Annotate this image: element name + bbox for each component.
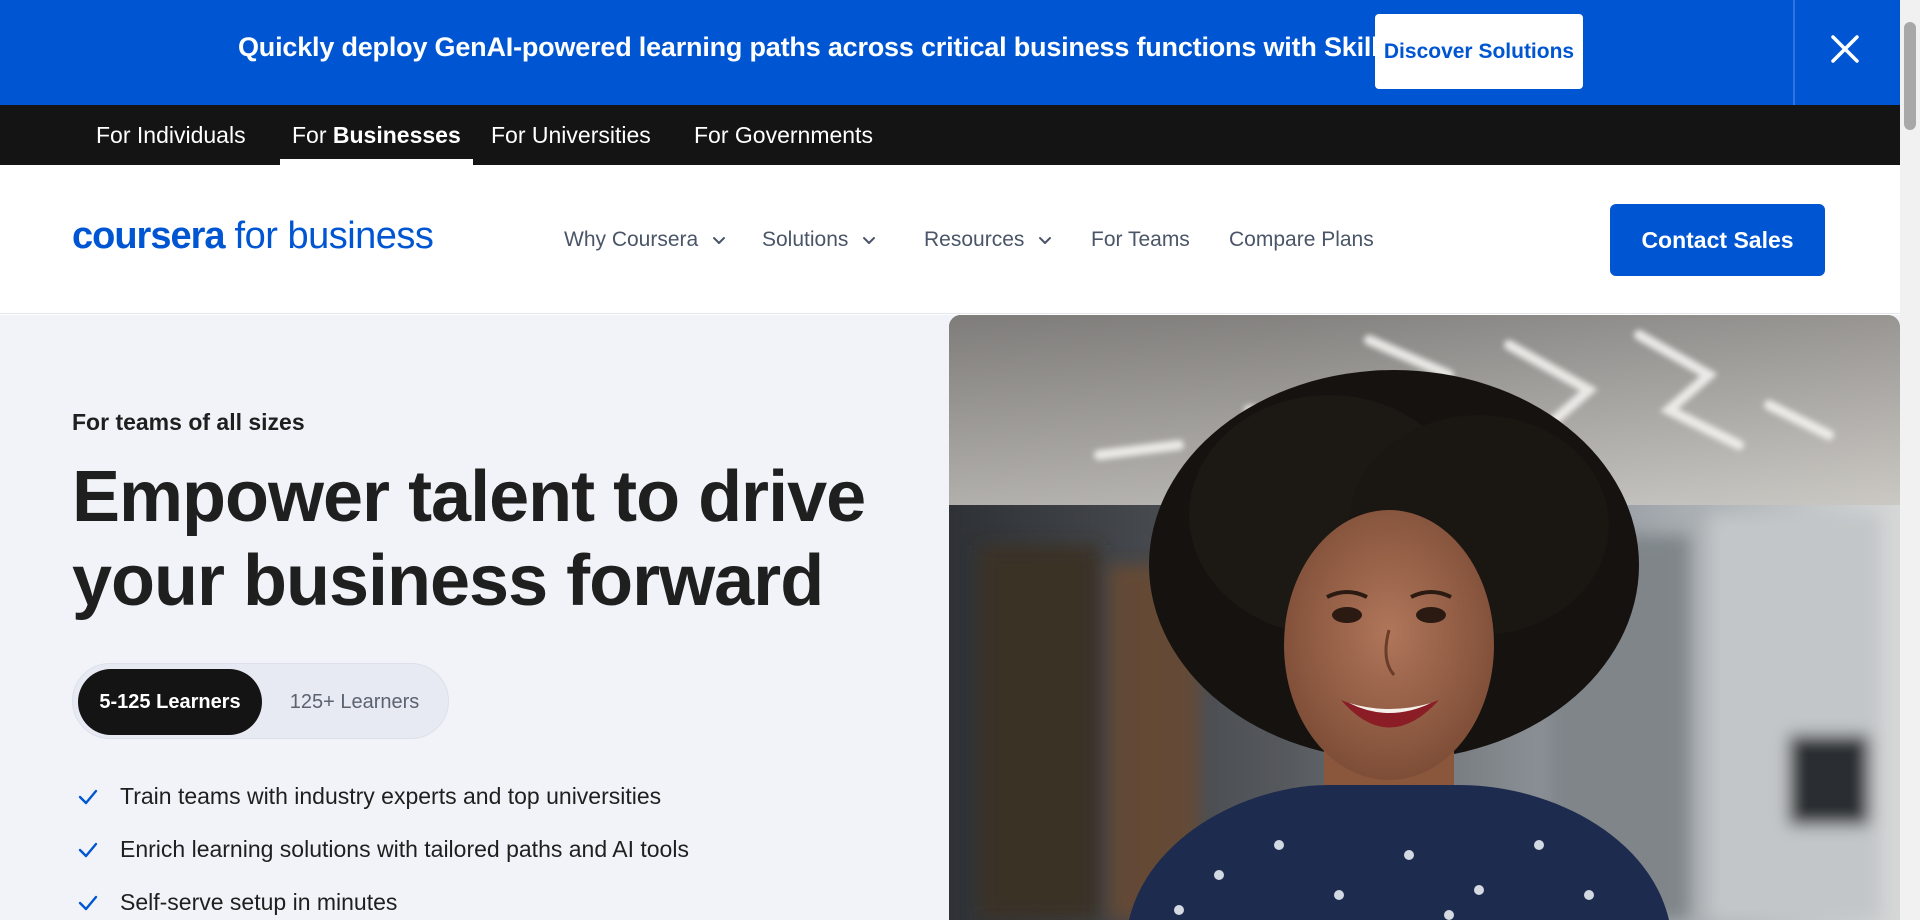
audience-tab-individuals[interactable]: For Individuals: [96, 105, 246, 165]
nav-label: Resources: [924, 227, 1025, 251]
audience-tab-label: Businesses: [332, 121, 461, 148]
audience-tab-businesses[interactable]: For Businesses: [280, 105, 473, 165]
checkmark-icon: [78, 789, 98, 804]
audience-tab-universities[interactable]: For Universities: [491, 105, 651, 165]
audience-tab-governments[interactable]: For Governments: [694, 105, 873, 165]
close-icon[interactable]: [1828, 32, 1862, 66]
coursera-for-business-logo[interactable]: coursera for business: [72, 215, 434, 258]
toggle-option-5-125-learners[interactable]: 5-125 Learners: [78, 669, 262, 735]
benefit-item: Enrich learning solutions with tailored …: [72, 823, 689, 876]
page: Quickly deploy GenAI-powered learning pa…: [0, 0, 1920, 920]
checkmark-icon: [78, 895, 98, 910]
nav-for-teams[interactable]: For Teams: [1091, 165, 1190, 314]
benefit-text: Train teams with industry experts and to…: [120, 783, 662, 809]
nav-label: Why Coursera: [564, 227, 699, 251]
nav-label: Solutions: [762, 227, 849, 251]
page-scrollbar[interactable]: [1900, 0, 1920, 920]
hero-photo: [949, 315, 1900, 920]
audience-tab-prefix: For: [96, 121, 131, 148]
checkmark-icon: [78, 842, 98, 857]
audience-tab-label: Governments: [734, 121, 873, 148]
nav-label: For Teams: [1091, 227, 1190, 251]
nav-label: Compare Plans: [1229, 227, 1374, 251]
scrollbar-thumb[interactable]: [1904, 22, 1916, 130]
audience-tab-prefix: For: [491, 121, 526, 148]
benefit-text: Self-serve setup in minutes: [120, 889, 398, 915]
benefit-item: Self-serve setup in minutes: [72, 876, 689, 920]
nav-compare-plans[interactable]: Compare Plans: [1229, 165, 1374, 314]
learner-size-toggle: 5-125 Learners 125+ Learners: [72, 663, 449, 739]
hero-eyebrow: For teams of all sizes: [72, 409, 305, 435]
audience-tab-prefix: For: [292, 121, 327, 148]
audience-nav: For Individuals For Businesses For Unive…: [0, 105, 1900, 165]
toggle-option-125-plus-learners[interactable]: 125+ Learners: [267, 669, 442, 735]
hero-headline: Empower talent to drive your business fo…: [72, 457, 866, 621]
contact-sales-button[interactable]: Contact Sales: [1610, 204, 1825, 276]
benefit-item: Train teams with industry experts and to…: [72, 770, 689, 823]
nav-resources[interactable]: Resources: [924, 165, 1054, 314]
discover-solutions-button[interactable]: Discover Solutions: [1375, 14, 1583, 89]
chevron-down-icon: [713, 236, 726, 244]
audience-tab-prefix: For: [694, 121, 729, 148]
promo-banner: Quickly deploy GenAI-powered learning pa…: [0, 0, 1900, 105]
smiling-woman-photo: [949, 315, 1900, 920]
promo-divider: [1793, 0, 1795, 105]
main-header: coursera for business Why Coursera Soluti…: [0, 165, 1900, 314]
audience-tab-label: Universities: [531, 121, 651, 148]
promo-message: Quickly deploy GenAI-powered learning pa…: [238, 32, 1485, 62]
hero-section: For teams of all sizes Empower talent to…: [0, 315, 1900, 920]
logo-brand: coursera: [72, 215, 226, 257]
benefit-text: Enrich learning solutions with tailored …: [120, 836, 689, 862]
nav-why-coursera[interactable]: Why Coursera: [564, 165, 728, 314]
chevron-down-icon: [1039, 236, 1052, 244]
nav-solutions[interactable]: Solutions: [762, 165, 878, 314]
logo-sub: for business: [234, 215, 434, 257]
audience-tab-label: Individuals: [136, 121, 246, 148]
benefits-list: Train teams with industry experts and to…: [72, 770, 689, 920]
chevron-down-icon: [863, 236, 876, 244]
